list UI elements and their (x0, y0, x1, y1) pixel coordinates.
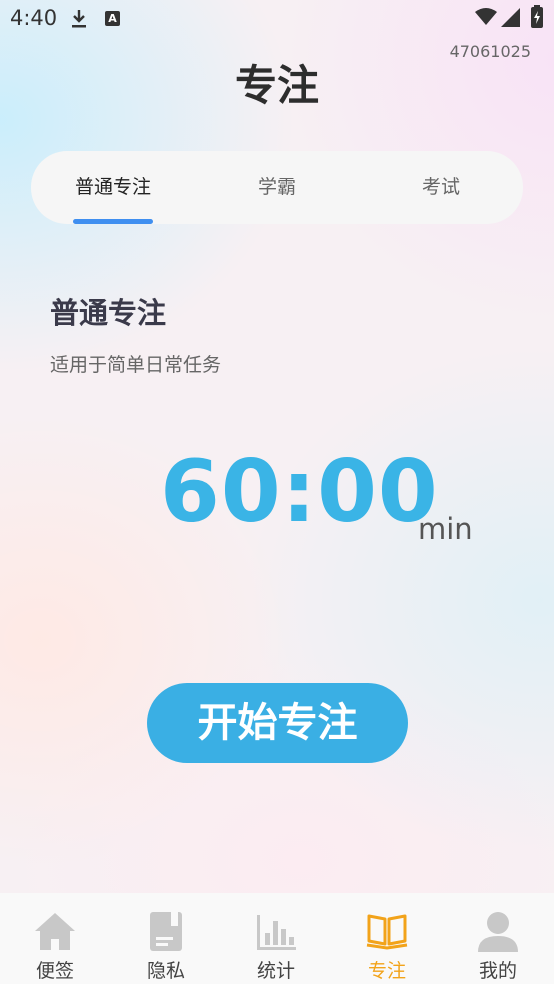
page-title: 专注 (234, 61, 319, 110)
open-book-icon (366, 914, 408, 950)
person-icon (478, 912, 518, 952)
nav-item-statistics[interactable]: 统计 (221, 893, 331, 984)
nav-item-profile[interactable]: 我的 (443, 893, 553, 984)
mode-title: 普通专注 (50, 296, 167, 330)
nav-label-focus: 专注 (367, 960, 406, 982)
tab-normal-focus[interactable]: 普通专注 (43, 151, 183, 224)
home-icon (35, 913, 75, 950)
nav-label-profile: 我的 (478, 960, 517, 982)
download-icon (72, 10, 86, 28)
bottom-nav: 便签 隐私 统计 专注 我的 (0, 893, 554, 984)
timer-display[interactable]: 60:00 (160, 442, 439, 542)
notebook-icon (150, 912, 182, 951)
wifi-icon (475, 8, 497, 25)
tab-exam[interactable]: 考试 (371, 151, 511, 224)
nav-item-focus[interactable]: 专注 (332, 893, 442, 984)
status-bar: 4:40 A (0, 0, 554, 40)
status-time: 4:40 (10, 6, 58, 30)
battery-charging-icon (534, 11, 540, 24)
nav-item-notes[interactable]: 便签 (0, 893, 110, 984)
tab-top-student[interactable]: 学霸 (207, 151, 347, 224)
active-tab-indicator (73, 219, 153, 224)
timer-unit: min (418, 512, 473, 546)
nav-item-privacy[interactable]: 隐私 (111, 893, 221, 984)
nav-label-notes: 便签 (35, 960, 74, 982)
focus-mode-tabs: 普通专注 学霸 考试 (31, 151, 523, 224)
nav-label-privacy: 隐私 (146, 960, 185, 982)
start-focus-button[interactable]: 开始专注 (147, 683, 408, 763)
nav-label-statistics: 统计 (256, 960, 295, 982)
mode-description: 适用于简单日常任务 (50, 354, 222, 376)
a-notification-icon: A (105, 11, 120, 26)
bar-chart-icon (257, 915, 296, 950)
battery-icon (531, 5, 543, 28)
signal-icon (501, 8, 520, 27)
